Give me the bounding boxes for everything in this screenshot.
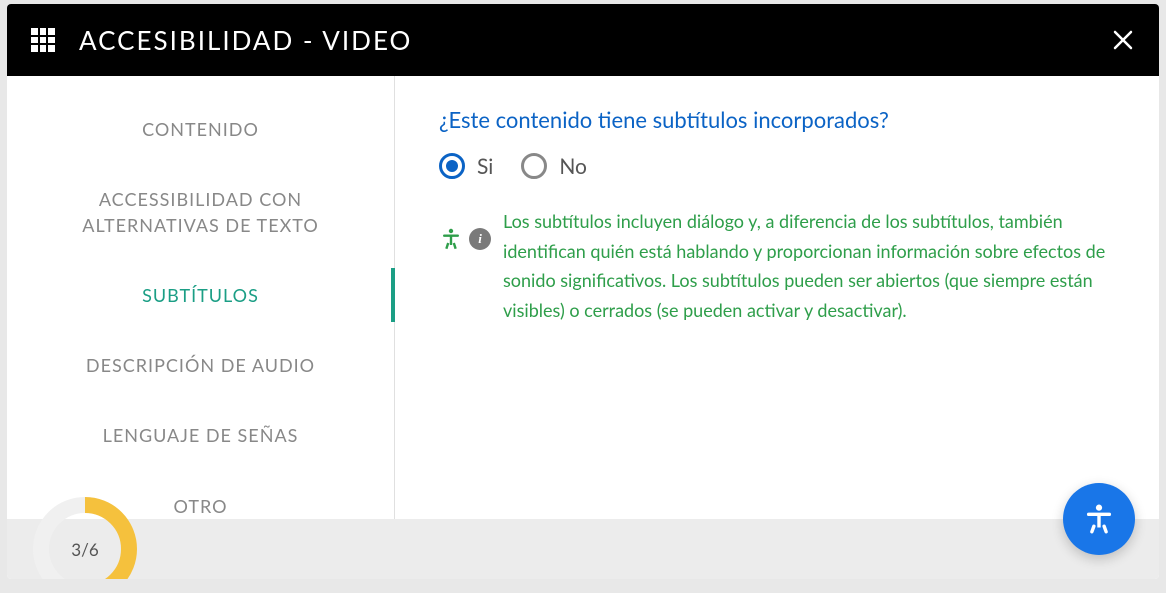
sidebar-item-label: CONTENIDO [142,118,259,140]
radio-no[interactable]: No [521,153,587,179]
radio-circle-icon [521,153,547,179]
sidebar-item-label: SUBTÍTULOS [142,284,259,306]
dialog-title: ACCESIBILIDAD - VIDEO [79,24,1111,56]
accessibility-person-icon [439,227,463,251]
sidebar-item-alternativas-texto[interactable]: ACCESSIBILIDAD CON ALTERNATIVAS DE TEXTO [7,164,394,260]
progress-badge: 3/6 [29,493,141,579]
dialog-container: ACCESIBILIDAD - VIDEO CONTENIDO ACCESSIB… [7,4,1159,579]
radio-yes-label: Si [477,154,493,179]
sidebar-item-label: DESCRIPCIÓN DE AUDIO [86,354,315,376]
sidebar-item-label: LENGUAJE DE SEÑAS [103,424,299,446]
info-block: i Los subtítulos incluyen diálogo y, a d… [439,207,1115,326]
info-text: Los subtítulos incluyen diálogo y, a dif… [503,207,1115,326]
sidebar-item-label: ACCESSIBILIDAD CON ALTERNATIVAS DE TEXTO [82,188,318,236]
accessibility-fab[interactable] [1063,483,1135,555]
dialog-header: ACCESIBILIDAD - VIDEO [7,4,1159,76]
radio-group: Si No [439,153,1115,179]
close-icon[interactable] [1111,28,1135,52]
main-panel: ¿Este contenido tiene subtítulos incorpo… [395,76,1159,579]
sidebar-item-label: OTRO [173,495,227,517]
sidebar-item-contenido[interactable]: CONTENIDO [7,94,394,164]
sidebar-item-descripcion-audio[interactable]: DESCRIPCIÓN DE AUDIO [7,330,394,400]
info-icon[interactable]: i [469,228,491,250]
dialog-body: CONTENIDO ACCESSIBILIDAD CON ALTERNATIVA… [7,76,1159,579]
radio-no-label: No [559,154,587,179]
radio-circle-icon [439,153,465,179]
accessibility-person-icon [1082,502,1116,536]
sidebar-item-subtitulos[interactable]: SUBTÍTULOS [7,260,394,330]
info-icons: i [439,207,491,251]
bottom-strip [7,519,1159,579]
progress-text: 3/6 [29,493,141,579]
radio-yes[interactable]: Si [439,153,493,179]
app-grid-icon[interactable] [31,28,55,52]
question-text: ¿Este contenido tiene subtítulos incorpo… [439,106,1115,133]
sidebar-item-lenguaje-senas[interactable]: LENGUAJE DE SEÑAS [7,400,394,470]
